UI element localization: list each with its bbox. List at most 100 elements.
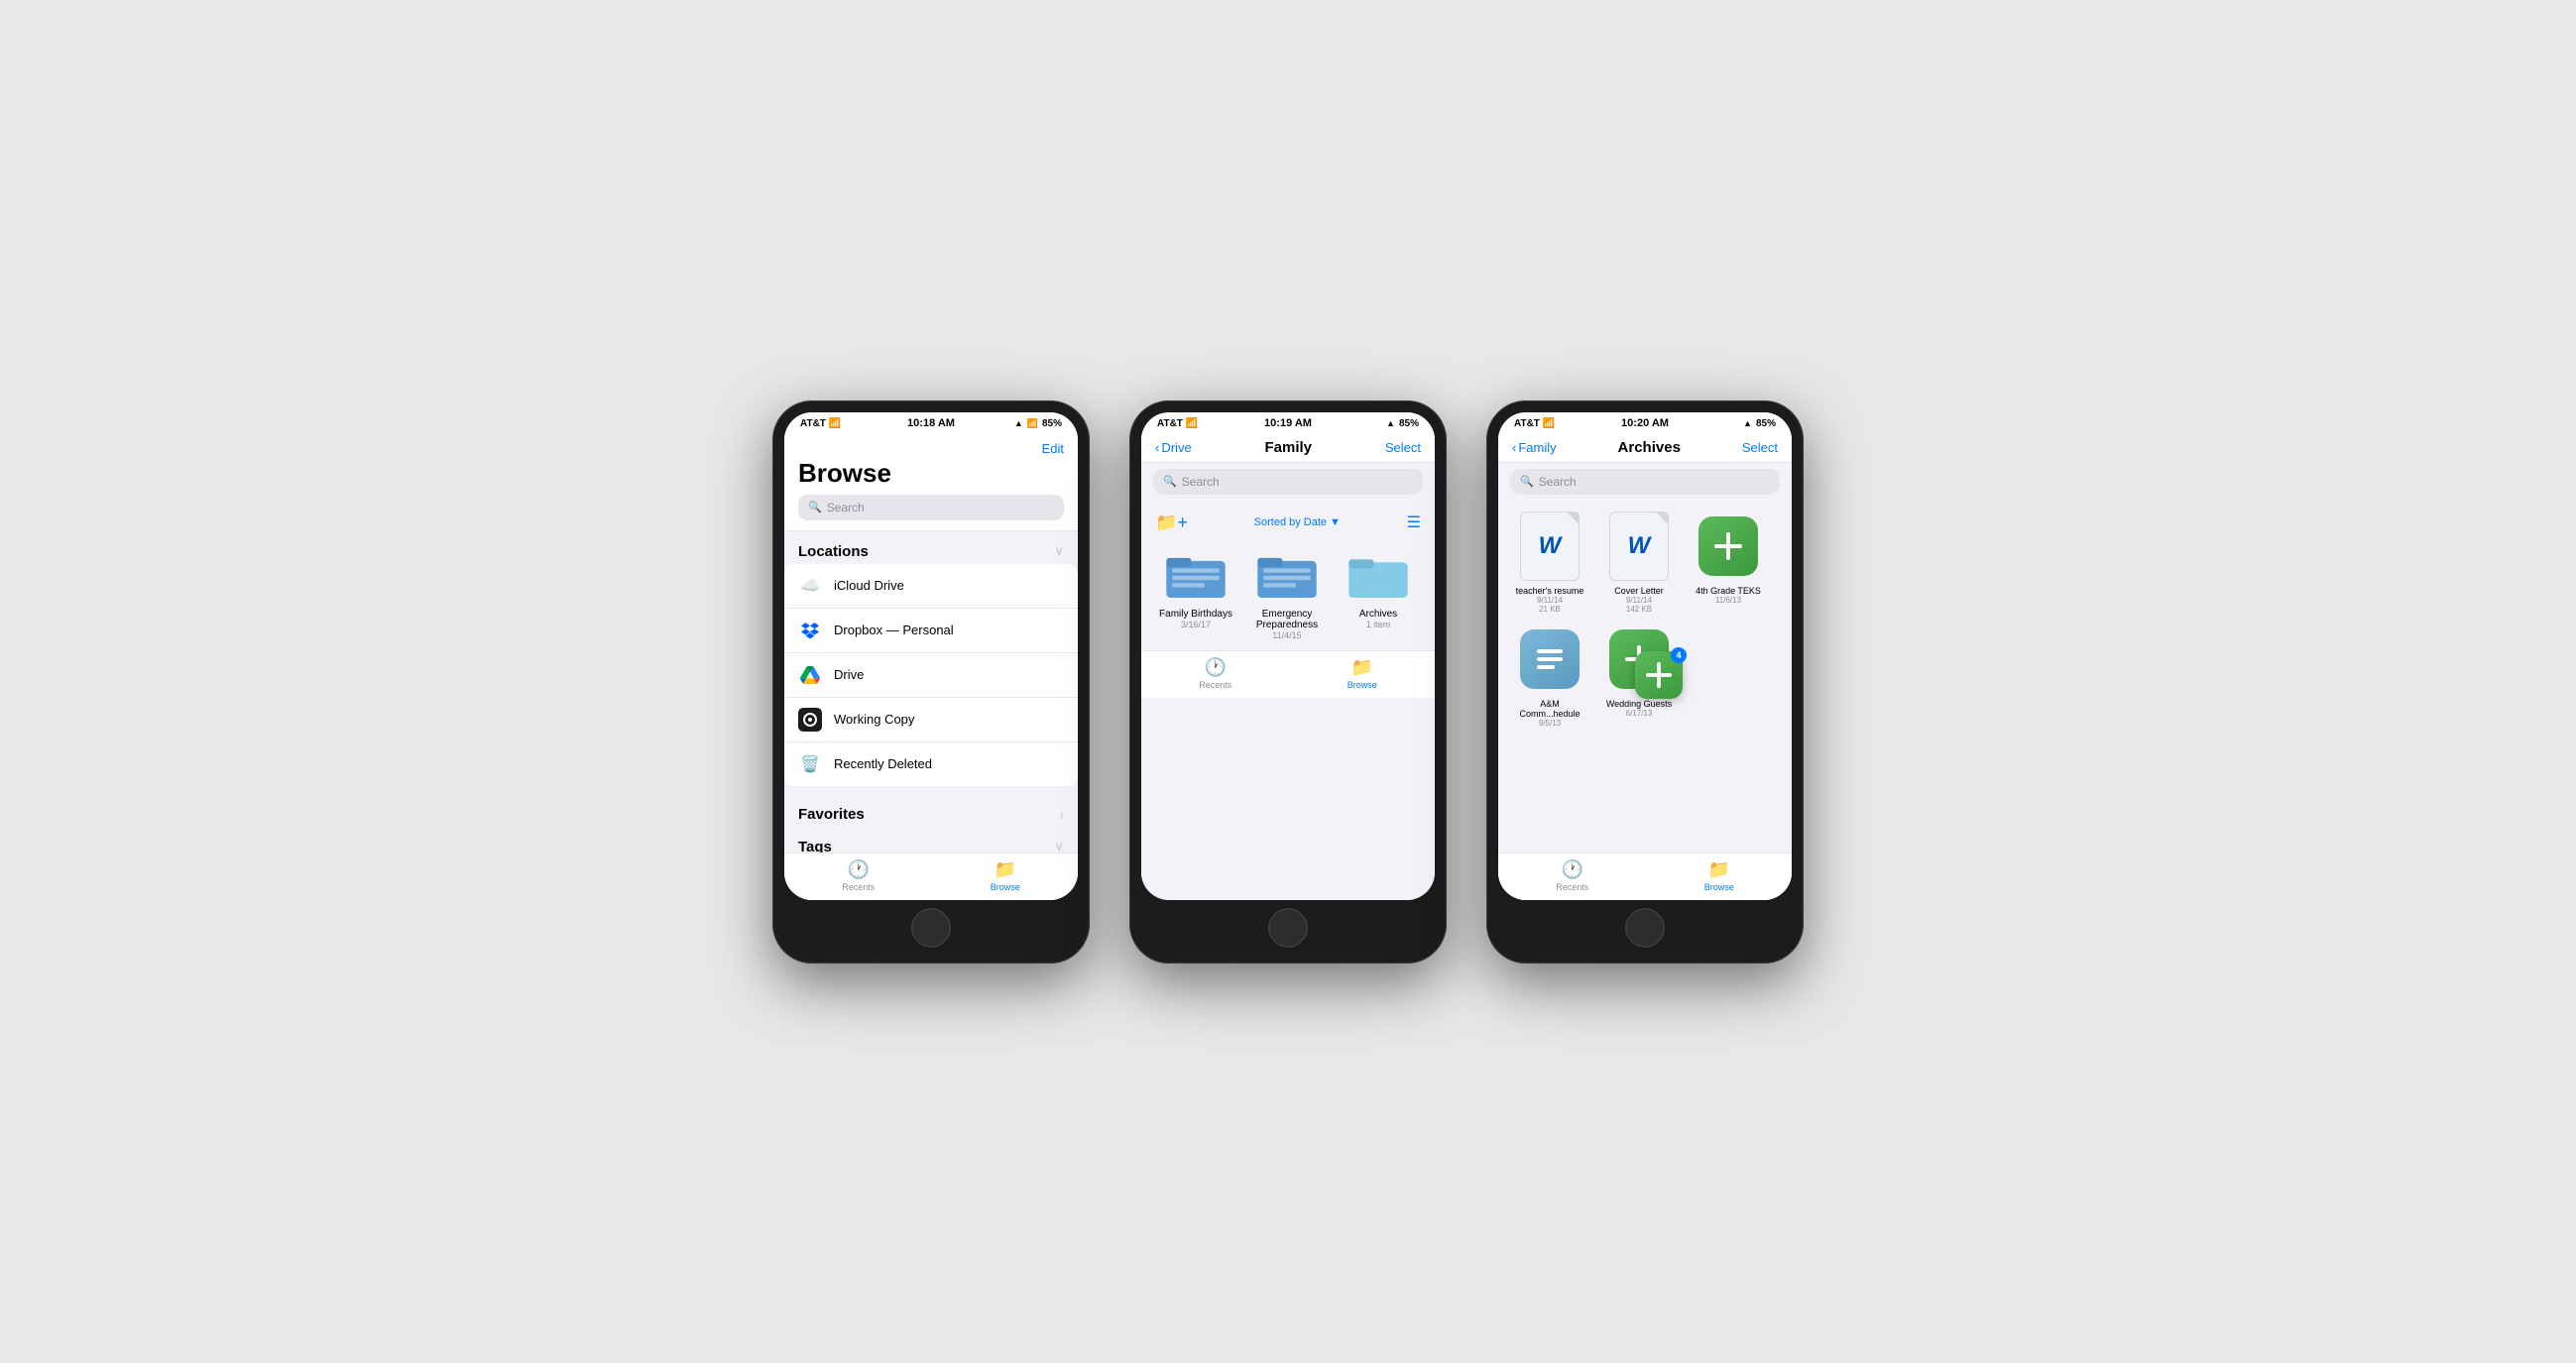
status-bar-3: AT&T 📶 10:20 AM ▲ 85% bbox=[1498, 412, 1792, 431]
tab-browse-3[interactable]: 📁 Browse bbox=[1704, 859, 1734, 892]
carrier-2: AT&T bbox=[1157, 418, 1183, 429]
list-view-icon[interactable]: ☰ bbox=[1407, 512, 1421, 532]
folder-meta-archives: 1 item bbox=[1366, 620, 1391, 629]
list-item-working-copy[interactable]: Working Copy bbox=[784, 698, 1078, 742]
carrier-3: AT&T bbox=[1514, 418, 1540, 429]
archive-icon-cover-letter: W bbox=[1603, 511, 1675, 582]
list-item-recently-deleted[interactable]: 🗑️ Recently Deleted bbox=[784, 742, 1078, 786]
list-item-dropbox[interactable]: Dropbox — Personal bbox=[784, 609, 1078, 653]
archive-item-cover-letter[interactable]: W Cover Letter 9/11/14 142 KB bbox=[1599, 511, 1679, 614]
location-icon-2: ▲ bbox=[1386, 418, 1395, 428]
archive-item-amcomm[interactable]: A&M Comm...hedule 9/5/13 bbox=[1510, 624, 1589, 728]
archives-grid: W teacher's resume 9/11/14 21 KB W Cover… bbox=[1498, 505, 1792, 738]
locations-label: Locations bbox=[798, 543, 869, 560]
screen-archives: ‹ Family Archives Select 🔍 Search bbox=[1498, 431, 1792, 900]
drive-label: Drive bbox=[834, 667, 864, 682]
search-icon-browse: 🔍 bbox=[808, 501, 822, 513]
home-button-1[interactable] bbox=[911, 908, 951, 948]
browse-tab-label-3: Browse bbox=[1704, 882, 1734, 892]
word-w-icon-cover: W bbox=[1628, 532, 1651, 560]
page-title-browse: Browse bbox=[798, 458, 1064, 489]
archive-date-amcomm: 9/5/13 bbox=[1539, 719, 1561, 728]
back-chevron-icon: ‹ bbox=[1155, 440, 1159, 455]
tab-recents-2[interactable]: 🕐 Recents bbox=[1199, 657, 1231, 690]
archive-icon-teks bbox=[1693, 511, 1764, 582]
search-icon-archives: 🔍 bbox=[1520, 475, 1534, 488]
nav-title-family: Family bbox=[1265, 439, 1313, 456]
app-badge: 4 bbox=[1671, 647, 1687, 663]
edit-button[interactable]: Edit bbox=[1042, 441, 1064, 456]
archive-icon-wedding: 4 bbox=[1603, 624, 1675, 695]
archive-icon-resume: W bbox=[1514, 511, 1585, 582]
select-button-family[interactable]: Select bbox=[1385, 440, 1421, 455]
browse-scroll[interactable]: Locations ∨ ☁️ iCloud Drive Dropbox — Pe… bbox=[784, 531, 1078, 852]
icloud-icon: ☁️ bbox=[798, 574, 822, 598]
folder-item-birthdays[interactable]: Family Birthdays 3/16/17 bbox=[1155, 545, 1236, 640]
locations-chevron-icon[interactable]: ∨ bbox=[1054, 543, 1064, 559]
tab-browse-1[interactable]: 📁 Browse bbox=[991, 859, 1020, 892]
locations-header: Locations ∨ bbox=[784, 531, 1078, 564]
browse-tab-label-1: Browse bbox=[991, 882, 1020, 892]
status-left-3: AT&T 📶 bbox=[1514, 418, 1555, 429]
recents-tab-icon-1: 🕐 bbox=[848, 859, 870, 880]
search-bar-family[interactable]: 🔍 Search bbox=[1153, 469, 1423, 495]
tab-bar-2: 🕐 Recents 📁 Browse bbox=[1141, 650, 1435, 698]
dropbox-label: Dropbox — Personal bbox=[834, 623, 954, 637]
back-button-family[interactable]: ‹ Drive bbox=[1155, 440, 1192, 455]
back-label-family: Drive bbox=[1161, 440, 1191, 455]
list-item-icloud[interactable]: ☁️ iCloud Drive bbox=[784, 564, 1078, 609]
phone-browse: AT&T 📶 10:18 AM ▲ 📶 85% Edit Browse 🔍 Se… bbox=[772, 400, 1090, 964]
search-bar-browse[interactable]: 🔍 Search bbox=[798, 495, 1064, 520]
family-folder-grid: Family Birthdays 3/16/17 Emer bbox=[1141, 541, 1435, 650]
select-button-archives[interactable]: Select bbox=[1742, 440, 1778, 455]
recents-tab-label-1: Recents bbox=[842, 882, 875, 892]
folder-name-emergency: Emergency Preparedness bbox=[1246, 609, 1328, 630]
sort-label: Sorted by Date bbox=[1254, 516, 1327, 528]
folder-item-emergency[interactable]: Emergency Preparedness 11/4/15 bbox=[1246, 545, 1328, 640]
folder-item-archives[interactable]: Archives 1 item bbox=[1338, 545, 1419, 640]
search-placeholder-browse: Search bbox=[827, 501, 865, 514]
favorites-chevron-icon[interactable]: › bbox=[1060, 807, 1064, 822]
archive-item-resume[interactable]: W teacher's resume 9/11/14 21 KB bbox=[1510, 511, 1589, 614]
new-folder-icon[interactable]: 📁+ bbox=[1155, 512, 1188, 533]
archive-icon-amcomm bbox=[1514, 624, 1585, 695]
browse-tab-icon-1: 📁 bbox=[995, 859, 1016, 880]
carrier-1: AT&T bbox=[800, 418, 826, 429]
word-w-icon-resume: W bbox=[1539, 532, 1562, 560]
recently-deleted-label: Recently Deleted bbox=[834, 756, 932, 771]
home-button-3[interactable] bbox=[1625, 908, 1665, 948]
folder-icon-birthdays bbox=[1161, 545, 1230, 605]
search-area-family: 🔍 Search bbox=[1141, 463, 1435, 505]
family-toolbar: 📁+ Sorted by Date ▼ ☰ bbox=[1141, 505, 1435, 541]
folder-name-birthdays: Family Birthdays bbox=[1159, 609, 1232, 620]
floating-app-icon[interactable]: 4 bbox=[1635, 651, 1683, 699]
search-bar-archives[interactable]: 🔍 Search bbox=[1510, 469, 1780, 495]
archive-date-wedding: 6/17/13 bbox=[1626, 709, 1653, 718]
tags-chevron-icon[interactable]: ∨ bbox=[1054, 839, 1064, 852]
tags-label: Tags bbox=[798, 839, 832, 852]
list-item-drive[interactable]: Drive bbox=[784, 653, 1078, 698]
archive-date-cover-letter: 9/11/14 bbox=[1626, 596, 1652, 605]
back-chevron-icon-archives: ‹ bbox=[1512, 440, 1516, 455]
tab-browse-2[interactable]: 📁 Browse bbox=[1347, 657, 1377, 690]
recents-tab-icon-2: 🕐 bbox=[1205, 657, 1227, 678]
archive-name-wedding: Wedding Guests bbox=[1606, 699, 1672, 709]
folder-meta-emergency: 11/4/15 bbox=[1272, 630, 1301, 640]
sort-arrow-icon: ▼ bbox=[1330, 516, 1341, 528]
bluetooth-icon-1: 📶 bbox=[1027, 418, 1038, 429]
tags-header: Tags ∨ bbox=[784, 827, 1078, 852]
archive-name-teks: 4th Grade TEKS bbox=[1696, 586, 1761, 596]
tab-recents-3[interactable]: 🕐 Recents bbox=[1556, 859, 1588, 892]
nav-bar-archives: ‹ Family Archives Select bbox=[1498, 431, 1792, 463]
home-button-2[interactable] bbox=[1268, 908, 1308, 948]
archive-size-resume: 21 KB bbox=[1539, 605, 1561, 614]
status-right-2: ▲ 85% bbox=[1386, 418, 1419, 429]
archive-item-wedding[interactable]: 4 Wedding Guests 6/17/13 bbox=[1599, 624, 1679, 728]
wifi-icon-3: 📶 bbox=[1543, 418, 1555, 429]
favorites-header: Favorites › bbox=[784, 794, 1078, 827]
archive-item-teks[interactable]: 4th Grade TEKS 11/6/13 bbox=[1689, 511, 1768, 614]
tab-recents-1[interactable]: 🕐 Recents bbox=[842, 859, 875, 892]
screen-browse: Edit Browse 🔍 Search Locations ∨ ☁️ iC bbox=[784, 431, 1078, 900]
back-button-archives[interactable]: ‹ Family bbox=[1512, 440, 1557, 455]
sort-button[interactable]: Sorted by Date ▼ bbox=[1254, 516, 1341, 528]
